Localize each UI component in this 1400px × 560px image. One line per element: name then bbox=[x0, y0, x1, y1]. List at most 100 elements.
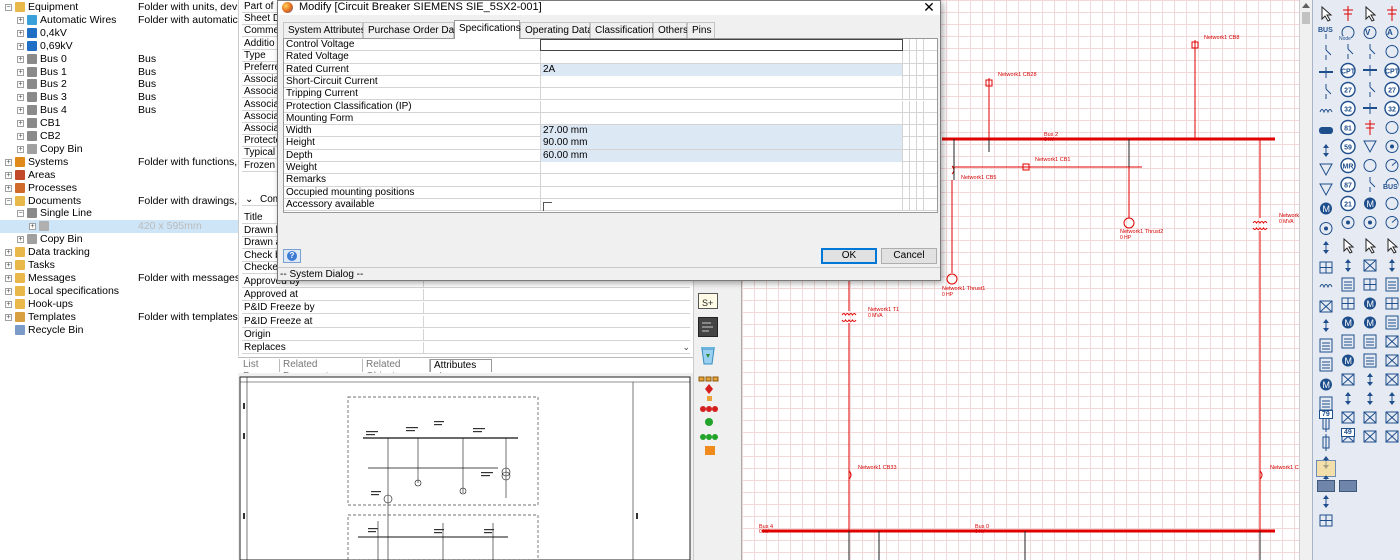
expand-icon[interactable]: + bbox=[5, 287, 12, 295]
cross-icon[interactable] bbox=[1361, 257, 1379, 274]
scroll-thumb[interactable] bbox=[1302, 12, 1310, 24]
expand-icon[interactable]: + bbox=[17, 55, 24, 63]
spec-row[interactable]: Rated Current 2A bbox=[284, 63, 937, 76]
hline-icon[interactable] bbox=[1361, 62, 1379, 79]
motor-icon[interactable]: M bbox=[1361, 295, 1379, 312]
tree-item[interactable]: + Systems Folder with functions, pot bbox=[0, 156, 238, 169]
accessory-checkbox[interactable] bbox=[543, 201, 552, 211]
expand-icon[interactable]: + bbox=[17, 42, 24, 50]
dialog-tab[interactable]: System Attributes bbox=[283, 22, 366, 38]
spec-value-field[interactable] bbox=[540, 186, 903, 199]
hline-icon[interactable] bbox=[1317, 64, 1335, 81]
spec-row[interactable]: Accessory available bbox=[284, 198, 937, 212]
attribute-value[interactable] bbox=[423, 328, 680, 341]
cross-icon[interactable] bbox=[1339, 371, 1357, 388]
list-icon[interactable] bbox=[1339, 276, 1357, 293]
tree-item[interactable]: + Bus 0 Bus bbox=[0, 53, 238, 66]
breaker-icon[interactable] bbox=[1317, 44, 1335, 61]
palette-footer-icon[interactable] bbox=[1339, 480, 1357, 492]
dots-icon[interactable] bbox=[1383, 138, 1400, 155]
tri-icon[interactable] bbox=[1361, 138, 1379, 155]
spec-row[interactable]: Mounting Form bbox=[284, 112, 937, 126]
attribute-value[interactable] bbox=[423, 302, 680, 315]
list-icon[interactable] bbox=[1361, 352, 1379, 369]
expand-icon[interactable]: + bbox=[17, 81, 24, 89]
canvas-vertical-scrollbar[interactable] bbox=[1299, 0, 1312, 560]
breaker-icon[interactable] bbox=[1361, 43, 1379, 60]
drawing-preview[interactable] bbox=[238, 373, 693, 560]
expand-icon[interactable]: + bbox=[29, 223, 36, 231]
motor-icon[interactable]: M bbox=[1339, 352, 1357, 369]
spec-value-field[interactable]: 2A bbox=[540, 63, 903, 76]
arrow-icon[interactable] bbox=[1339, 237, 1357, 254]
tree-item[interactable]: + Copy Bin bbox=[0, 233, 238, 246]
attribute-row[interactable]: Replaces bbox=[242, 342, 690, 354]
tree-item[interactable]: +0,4kV bbox=[0, 27, 238, 40]
spec-row[interactable]: Short-Circuit Current bbox=[284, 75, 937, 89]
spec-value-field[interactable]: 60.00 mm bbox=[540, 149, 903, 162]
cross-icon[interactable] bbox=[1317, 298, 1335, 315]
pane-tab[interactable]: Attributes List bbox=[430, 359, 492, 383]
expand-icon[interactable]: + bbox=[5, 313, 12, 321]
gridsq-icon[interactable] bbox=[1361, 276, 1379, 293]
spec-value-field[interactable] bbox=[540, 51, 903, 64]
attribute-row[interactable]: P&ID Freeze by bbox=[242, 302, 690, 315]
updown-icon[interactable] bbox=[1339, 390, 1357, 407]
relay-3-icon[interactable]: 81 bbox=[1339, 119, 1357, 136]
dialog-tab[interactable]: Others bbox=[653, 22, 688, 38]
circle-icon[interactable] bbox=[1383, 119, 1400, 136]
updown-icon[interactable] bbox=[1383, 257, 1400, 274]
redtower-icon[interactable] bbox=[1383, 5, 1400, 22]
circle-icon[interactable] bbox=[1383, 195, 1400, 212]
scroll-up-arrow[interactable] bbox=[1302, 3, 1310, 8]
motor-icon[interactable]: M bbox=[1339, 314, 1357, 331]
signal-lights-icon[interactable] bbox=[698, 405, 720, 431]
tree-item[interactable]: +420 x 595mm bbox=[0, 220, 238, 234]
spec-value-field[interactable]: 27.00 mm bbox=[540, 125, 903, 138]
list-icon[interactable] bbox=[1317, 356, 1335, 373]
node-tool-label[interactable]: Node bbox=[1339, 36, 1351, 42]
help-button[interactable]: ? bbox=[283, 249, 301, 263]
relay-4-icon[interactable]: 59 bbox=[1339, 138, 1357, 155]
spec-value-field[interactable] bbox=[540, 75, 903, 88]
attribute-value[interactable] bbox=[423, 289, 680, 302]
spec-value-field[interactable] bbox=[540, 112, 903, 125]
relay-2-icon[interactable]: 32 bbox=[1383, 100, 1400, 117]
counter-49-label[interactable]: 49 bbox=[1341, 428, 1355, 437]
relay-6-icon[interactable]: 87 bbox=[1339, 176, 1357, 193]
tree-item[interactable]: + Local specifications bbox=[0, 285, 238, 298]
expand-icon[interactable]: + bbox=[5, 274, 12, 282]
coil-icon[interactable] bbox=[1317, 103, 1335, 120]
fuse-icon[interactable] bbox=[1317, 434, 1335, 451]
motor-icon[interactable]: M bbox=[1317, 200, 1335, 217]
tree-item[interactable]: +0,69kV bbox=[0, 40, 238, 53]
list-icon[interactable] bbox=[1383, 276, 1400, 293]
arrow-icon[interactable] bbox=[1317, 5, 1335, 22]
expand-icon[interactable]: + bbox=[17, 16, 24, 24]
bus-tool-label[interactable]: BUS bbox=[1318, 27, 1333, 34]
expand-icon[interactable]: + bbox=[17, 107, 24, 115]
sheet-insert-icon[interactable]: S+ bbox=[698, 293, 718, 309]
spec-row[interactable]: Control Voltage bbox=[284, 39, 937, 52]
dialog-title-bar[interactable]: Modify [Circuit Breaker SIEMENS SIE_5SX2… bbox=[278, 0, 940, 15]
dots-icon[interactable] bbox=[1339, 214, 1357, 231]
pane-tab[interactable]: Related Objects bbox=[363, 359, 430, 382]
spec-row[interactable]: Weight bbox=[284, 162, 937, 175]
expand-icon[interactable]: + bbox=[17, 145, 24, 153]
ammeter-label[interactable]: A bbox=[1387, 28, 1393, 37]
relay-2-icon[interactable]: 32 bbox=[1339, 100, 1357, 117]
recycle-bin-icon[interactable] bbox=[699, 345, 717, 365]
list-icon[interactable] bbox=[1317, 337, 1335, 354]
expand-icon[interactable]: + bbox=[5, 262, 12, 269]
dialog-tab[interactable]: Specifications bbox=[454, 20, 521, 39]
spec-row[interactable]: Tripping Current bbox=[284, 88, 937, 101]
pane-tab[interactable]: List Pane bbox=[240, 359, 280, 382]
cross-icon[interactable] bbox=[1383, 428, 1400, 445]
hline-icon[interactable] bbox=[1361, 100, 1379, 117]
tree-item[interactable]: − Documents Folder with drawings, she bbox=[0, 195, 238, 208]
list-icon[interactable] bbox=[1361, 333, 1379, 350]
updown-icon[interactable] bbox=[1361, 390, 1379, 407]
coil-icon[interactable] bbox=[1317, 278, 1335, 295]
arrow-icon[interactable] bbox=[1361, 237, 1379, 254]
attribute-row[interactable]: P&ID Freeze at bbox=[242, 315, 690, 328]
